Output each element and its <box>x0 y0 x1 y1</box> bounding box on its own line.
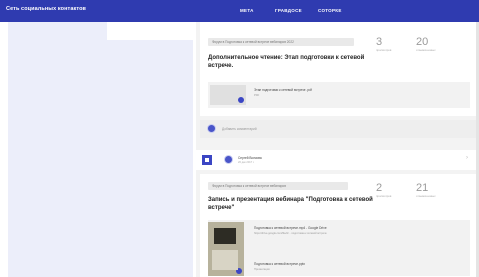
attachment-item[interactable]: Этап подготовки к сетевой встрече .pdf P… <box>208 82 470 108</box>
forum-icon <box>202 155 212 165</box>
stat-views-label: просмотров <box>376 48 392 52</box>
stat-replies-label: отзывов-новых <box>416 48 436 52</box>
attachment-link[interactable]: https://drive.google.com/file/d/... подг… <box>254 232 327 235</box>
nav-item-gravdose[interactable]: ГРАВДОСЕ <box>275 8 302 13</box>
nav-item-meta[interactable]: МЕТА <box>240 8 254 13</box>
stat-replies: 21 отзывов-новых <box>416 182 452 198</box>
attachment-thumbnail <box>210 85 246 105</box>
top-app-bar: Сеть социальных контактов МЕТА ГРАВДОСЕ … <box>0 0 479 22</box>
stat-views-label: просмотров <box>376 194 392 198</box>
post-stats: 3 просмотров 20 отзывов-новых <box>376 36 466 66</box>
stat-replies-count: 21 <box>416 182 429 194</box>
forum-chip[interactable]: Форум в Подготовка к сетевой встрече веб… <box>208 182 348 190</box>
stat-replies-label: отзывов-новых <box>416 194 436 198</box>
stat-views-count: 3 <box>376 36 383 48</box>
attachment-list[interactable]: Подготовка к сетевой встрече.mp4 - Googl… <box>208 220 470 276</box>
attachment-title[interactable]: Подготовка к сетевой встрече.mp4 - Googl… <box>254 226 327 230</box>
edit-icon[interactable] <box>238 97 244 103</box>
attachment-type: PDF <box>254 94 260 97</box>
more-options-icon[interactable]: › <box>466 155 468 161</box>
comment-input[interactable]: Добавить комментарий <box>222 127 257 131</box>
attachment-title[interactable]: Подготовка к сетевой встрече.pptx <box>254 262 305 266</box>
post-header: Сергей Волкова 20 дек 2017 г. › <box>196 150 476 170</box>
stat-views: 2 просмотров <box>376 182 412 198</box>
stat-replies: 20 отзывов-новых <box>416 36 452 52</box>
left-sidebar <box>8 22 193 277</box>
attachment-type: Презентация <box>254 268 270 271</box>
stat-views-count: 2 <box>376 182 383 194</box>
attachment-thumbnail <box>208 222 244 276</box>
forum-chip[interactable]: Форум в Подготовка к сетевой встрече веб… <box>208 38 354 46</box>
post-card: Форум в Подготовка к сетевой встрече веб… <box>200 22 476 116</box>
post-title[interactable]: Дополнительное чтение: Этап подготовки к… <box>208 54 368 70</box>
author-name[interactable]: Сергей Волкова <box>238 156 262 160</box>
edit-icon[interactable] <box>236 268 242 274</box>
sidebar-header-strip <box>107 22 193 40</box>
stat-views: 3 просмотров <box>376 36 412 52</box>
user-avatar <box>207 124 216 133</box>
post-title[interactable]: Запись и презентация вебинара "Подготовк… <box>208 196 378 212</box>
post-date: 20 дек 2017 г. <box>238 161 255 164</box>
comment-bar[interactable]: Добавить комментарий <box>200 120 476 138</box>
top-nav: МЕТА ГРАВДОСЕ СОТОРКЕ <box>0 8 479 18</box>
post-card: Форум в Подготовка к сетевой встрече веб… <box>200 174 476 277</box>
attachment-title[interactable]: Этап подготовки к сетевой встрече .pdf <box>254 88 312 92</box>
author-avatar[interactable] <box>224 155 233 164</box>
post-stats: 2 просмотров 21 отзывов-новых <box>376 182 466 212</box>
nav-item-sotorke[interactable]: СОТОРКЕ <box>318 8 342 13</box>
stat-replies-count: 20 <box>416 36 429 48</box>
